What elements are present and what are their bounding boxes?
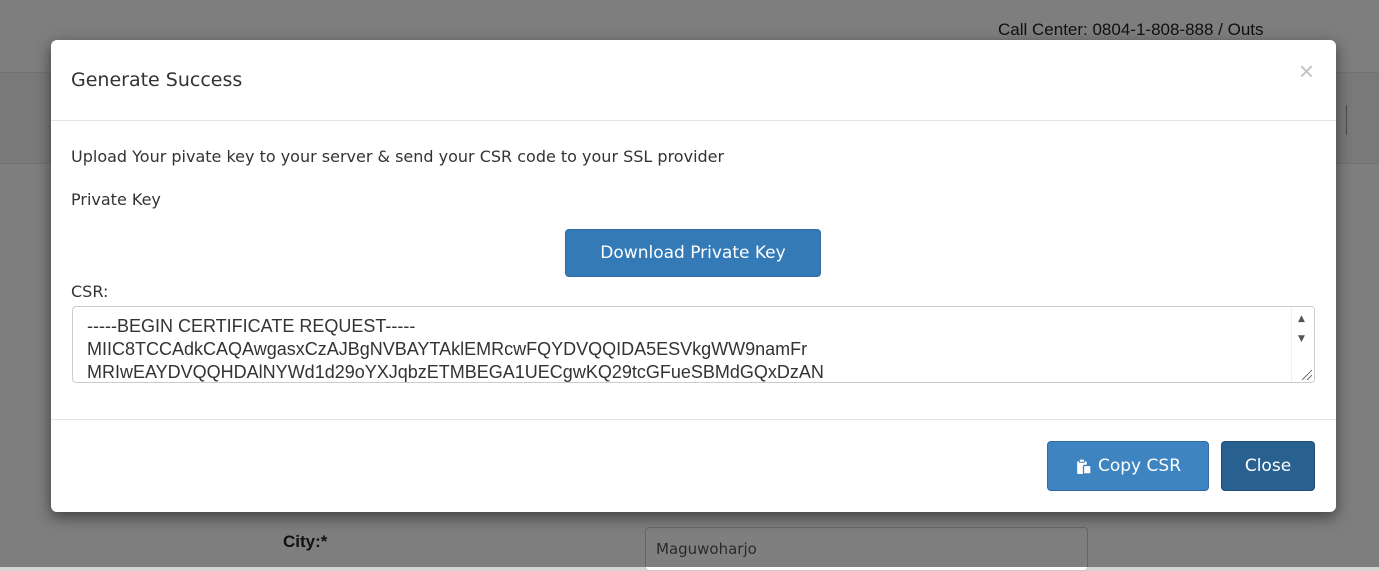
csr-text[interactable]: -----BEGIN CERTIFICATE REQUEST----- MIIC… (87, 315, 1284, 382)
close-button[interactable]: Close (1221, 441, 1315, 491)
modal-header: Generate Success × (51, 40, 1336, 121)
csr-label: CSR: (71, 282, 109, 301)
generate-success-modal: Generate Success × Upload Your pivate ke… (51, 40, 1336, 512)
scroll-down-arrow-icon[interactable]: ▼ (1298, 334, 1305, 344)
resize-handle-icon[interactable] (1302, 370, 1312, 380)
instruction-text: Upload Your pivate key to your server & … (71, 147, 725, 166)
modal-title: Generate Success (71, 69, 243, 91)
copy-csr-button[interactable]: Copy CSR (1047, 441, 1209, 491)
csr-textarea[interactable]: -----BEGIN CERTIFICATE REQUEST----- MIIC… (72, 306, 1315, 383)
scroll-up-arrow-icon[interactable]: ▲ (1298, 314, 1305, 324)
private-key-label: Private Key (71, 190, 161, 209)
download-private-key-button[interactable]: Download Private Key (565, 229, 821, 277)
clipboard-icon (1077, 458, 1092, 475)
copy-csr-label: Copy CSR (1098, 456, 1181, 476)
close-icon[interactable]: × (1299, 58, 1314, 84)
